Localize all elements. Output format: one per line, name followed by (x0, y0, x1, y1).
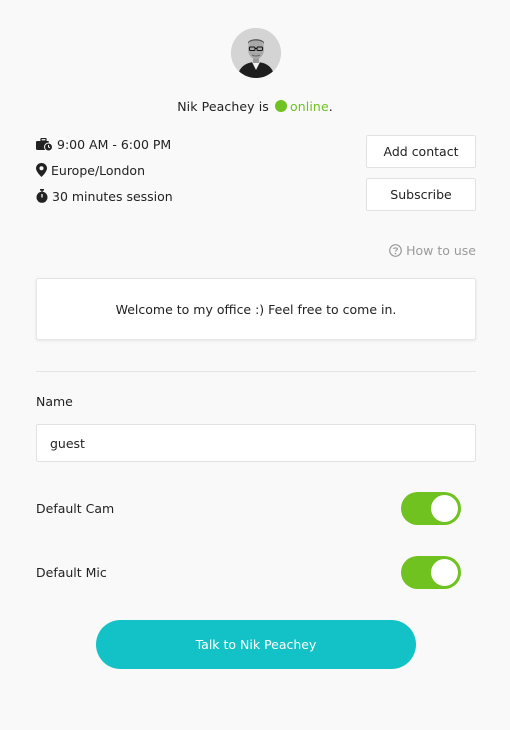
divider (36, 371, 476, 372)
hours-text: 9:00 AM - 6:00 PM (57, 136, 172, 152)
status-suffix: . (328, 99, 333, 114)
default-mic-label: Default Mic (36, 565, 107, 580)
name-label: Name (36, 394, 73, 409)
question-circle-icon (389, 244, 402, 257)
toggle-knob (431, 559, 458, 586)
toggle-knob (431, 495, 458, 522)
welcome-message: Welcome to my office :) Feel free to com… (36, 278, 476, 340)
name-input[interactable] (36, 424, 476, 462)
session-row: 30 minutes session (36, 187, 173, 205)
status-line: Nik Peachey is online. (0, 99, 510, 114)
how-to-use-label: How to use (406, 243, 476, 258)
default-cam-label: Default Cam (36, 501, 115, 516)
hours-row: 9:00 AM - 6:00 PM (36, 135, 171, 153)
status-text: online (290, 99, 329, 114)
add-contact-button[interactable]: Add contact (366, 135, 476, 168)
map-marker-icon (36, 163, 47, 177)
stopwatch-icon (36, 189, 48, 203)
status-prefix: Nik Peachey is (177, 99, 269, 114)
default-mic-toggle[interactable] (401, 556, 461, 589)
subscribe-button[interactable]: Subscribe (366, 178, 476, 211)
default-cam-toggle[interactable] (401, 492, 461, 525)
welcome-text: Welcome to my office :) Feel free to com… (115, 301, 397, 317)
timezone-row: Europe/London (36, 161, 145, 179)
session-text: 30 minutes session (52, 188, 173, 204)
briefcase-clock-icon (36, 137, 53, 151)
how-to-use-link[interactable]: How to use (389, 243, 476, 258)
avatar (231, 28, 281, 78)
timezone-text: Europe/London (51, 162, 145, 178)
online-status-dot-icon (275, 100, 287, 112)
avatar-photo (231, 28, 281, 78)
talk-button[interactable]: Talk to Nik Peachey (96, 620, 416, 669)
